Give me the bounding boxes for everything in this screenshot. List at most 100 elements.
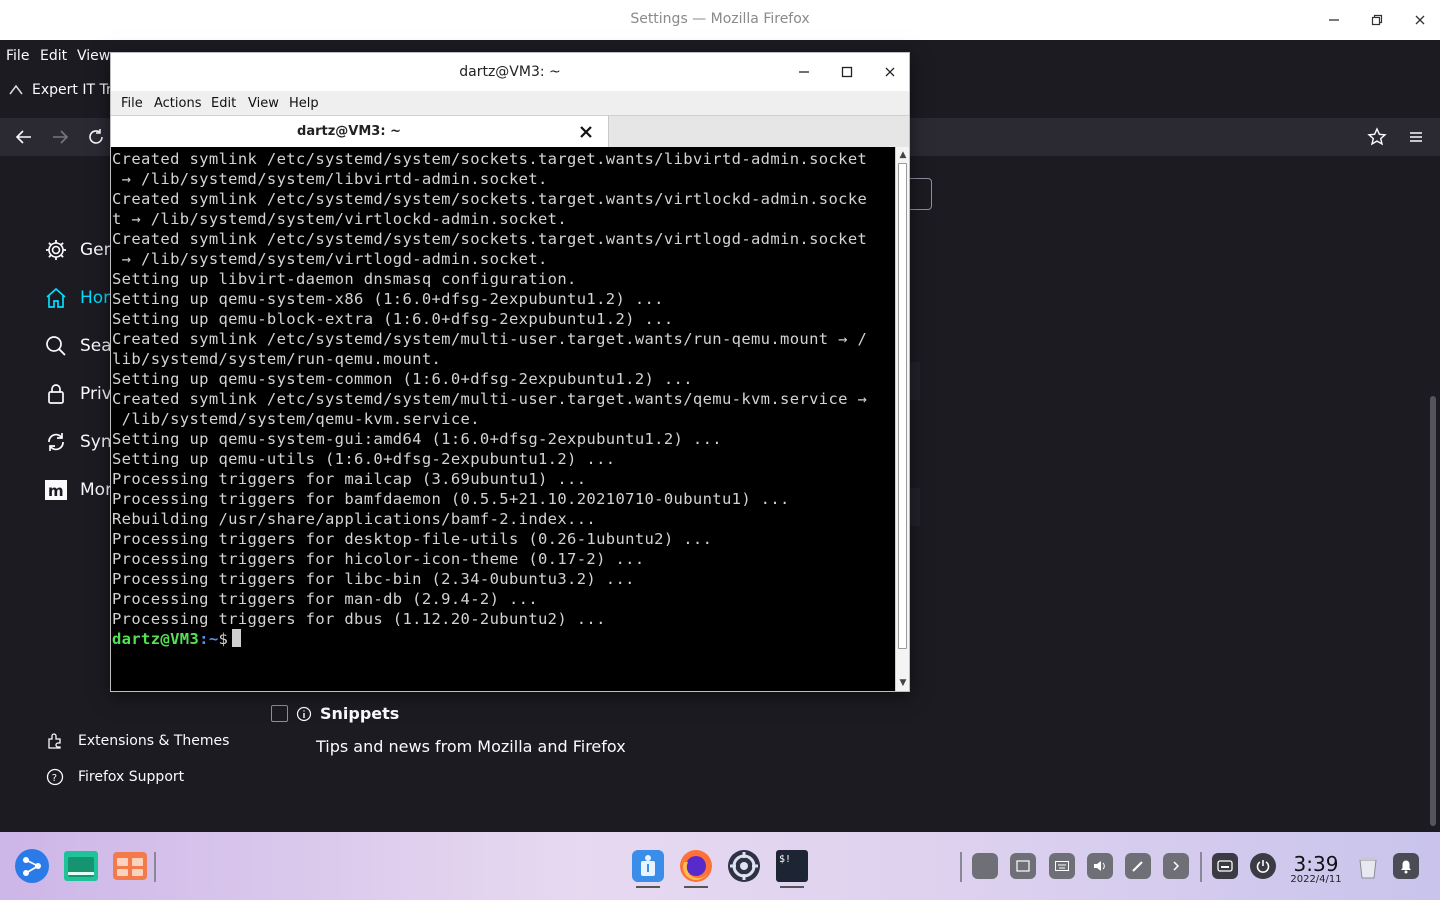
gear-icon: [46, 240, 66, 260]
power-icon[interactable]: [1250, 853, 1276, 879]
firefox-support-label: Firefox Support: [78, 769, 185, 785]
mozilla-icon: m: [45, 480, 67, 500]
terminal-line: Processing triggers for dbus (1.12.20-2u…: [112, 610, 606, 628]
maximize-icon[interactable]: [837, 63, 857, 81]
app-store-icon[interactable]: [112, 848, 148, 884]
tray-app-icon[interactable]: [972, 853, 998, 879]
snippets-option[interactable]: Snippets: [271, 704, 399, 723]
scroll-down-icon[interactable]: ▼: [898, 678, 908, 688]
snippets-label: Snippets: [320, 704, 400, 723]
keyboard-icon[interactable]: [1049, 853, 1075, 879]
menu-edit[interactable]: Edit: [40, 48, 67, 64]
svg-text:$!: $!: [779, 854, 791, 865]
pen-icon[interactable]: [1125, 853, 1151, 879]
terminal-line: /lib/systemd/system/qemu-kvm.service.: [112, 410, 480, 428]
sidebar-item-label: Mor: [80, 480, 113, 500]
term-menu-edit[interactable]: Edit: [211, 96, 236, 111]
terminal-icon[interactable]: $!: [774, 848, 810, 884]
faint-panel: [910, 488, 920, 526]
snippets-checkbox[interactable]: [271, 705, 288, 722]
forward-icon[interactable]: [49, 126, 71, 148]
desktop-icon[interactable]: [1212, 853, 1238, 879]
site-favicon-icon: [9, 84, 23, 95]
minimize-icon[interactable]: [1323, 10, 1345, 30]
terminal-window-title: dartz@VM3: ~: [459, 64, 561, 80]
term-menu-actions[interactable]: Actions: [154, 96, 202, 111]
terminal-lines: Created symlink /etc/systemd/system/sock…: [112, 149, 895, 649]
terminal-line: Rebuilding /usr/share/applications/bamf-…: [112, 510, 597, 528]
terminal-menubar: File Actions Edit View Help: [111, 91, 909, 115]
settings-icon[interactable]: [726, 848, 762, 884]
running-indicator: [780, 886, 804, 888]
firefox-support-link[interactable]: ? Firefox Support: [46, 768, 184, 786]
back-icon[interactable]: [13, 126, 35, 148]
lock-icon: [48, 384, 64, 404]
terminal-tab-label: dartz@VM3: ~: [297, 124, 401, 139]
terminal-window: dartz@VM3: ~ File Actions Edit View Help…: [110, 52, 910, 692]
close-icon[interactable]: [1409, 10, 1431, 30]
terminal-line: lib/systemd/system/run-qemu.mount.: [112, 350, 442, 368]
sidebar-item-search[interactable]: Sear: [44, 334, 119, 358]
volume-icon[interactable]: [1087, 853, 1113, 879]
help-icon: ?: [46, 768, 64, 786]
notification-bell-icon[interactable]: [1393, 853, 1419, 879]
app-icon-blue[interactable]: [630, 848, 666, 884]
taskbar: $! 3:39 2022/4/11: [0, 832, 1440, 900]
terminal-tabbar: dartz@VM3: ~: [111, 115, 909, 148]
sync-icon: [48, 433, 64, 451]
scrollbar-thumb[interactable]: [898, 163, 907, 649]
launcher-icon[interactable]: [14, 848, 50, 884]
sidebar-item-general[interactable]: Gen: [44, 238, 114, 262]
terminal-titlebar[interactable]: dartz@VM3: ~: [111, 53, 909, 91]
hamburger-menu-icon[interactable]: [1405, 126, 1427, 148]
extensions-themes-link[interactable]: Extensions & Themes: [46, 732, 229, 750]
snippets-description: Tips and news from Mozilla and Firefox: [316, 737, 626, 756]
restore-icon[interactable]: [1366, 10, 1388, 30]
terminal-line: Created symlink /etc/systemd/system/sock…: [112, 230, 868, 248]
running-indicator: [684, 886, 708, 888]
term-menu-view[interactable]: View: [248, 96, 279, 111]
terminal-line: Setting up qemu-block-extra (1:6.0+dfsg-…: [112, 310, 674, 328]
sidebar-item-privacy[interactable]: Priv: [44, 382, 112, 406]
firefox-icon[interactable]: [678, 848, 714, 884]
terminal-output[interactable]: Created symlink /etc/systemd/system/sock…: [111, 147, 895, 691]
firefox-tab[interactable]: Expert IT Tra: [8, 82, 120, 98]
terminal-tab[interactable]: dartz@VM3: ~: [111, 116, 609, 148]
terminal-line: Setting up qemu-utils (1:6.0+dfsg-2expub…: [112, 450, 616, 468]
terminal-prompt[interactable]: dartz@VM3:~$: [112, 629, 895, 649]
screen-icon[interactable]: [1010, 853, 1036, 879]
terminal-line: Created symlink /etc/systemd/system/sock…: [112, 190, 868, 208]
sidebar-item-more-from-mozilla[interactable]: m Mor: [44, 478, 112, 502]
close-icon[interactable]: [880, 63, 900, 81]
reload-icon[interactable]: [85, 126, 107, 148]
terminal-scrollbar[interactable]: ▲ ▼: [895, 147, 909, 691]
sidebar-item-label: Hon: [80, 288, 114, 308]
prompt-symbol: $: [218, 630, 229, 648]
page-scrollbar[interactable]: [1430, 396, 1436, 826]
puzzle-icon: [48, 733, 61, 749]
term-menu-file[interactable]: File: [121, 96, 143, 111]
info-icon: [296, 706, 312, 721]
sidebar-item-home[interactable]: Hon: [44, 286, 114, 310]
terminal-line: Processing triggers for mailcap (3.69ubu…: [112, 470, 587, 488]
terminal-line: Setting up qemu-system-gui:amd64 (1:6.0+…: [112, 430, 722, 448]
extensions-themes-label: Extensions & Themes: [78, 733, 230, 749]
terminal-line: Created symlink /etc/systemd/system/mult…: [112, 390, 868, 408]
taskbar-separator: [960, 852, 962, 882]
menu-file[interactable]: File: [6, 48, 29, 64]
menu-view[interactable]: View: [77, 48, 110, 64]
trash-icon[interactable]: [1356, 854, 1380, 880]
file-manager-icon[interactable]: [63, 848, 99, 884]
scroll-up-icon[interactable]: ▲: [898, 150, 908, 160]
bookmark-star-icon[interactable]: [1366, 126, 1388, 148]
clock-time[interactable]: 3:39: [1288, 852, 1344, 876]
terminal-line: Processing triggers for hicolor-icon-the…: [112, 550, 645, 568]
terminal-line: Created symlink /etc/systemd/system/mult…: [112, 330, 868, 348]
minimize-icon[interactable]: [794, 63, 814, 81]
running-indicator: [636, 886, 660, 888]
taskbar-separator: [154, 852, 156, 882]
term-menu-help[interactable]: Help: [289, 96, 319, 111]
close-tab-icon[interactable]: [577, 123, 595, 141]
faint-panel: [910, 362, 920, 400]
chevron-right-icon[interactable]: [1163, 853, 1189, 879]
